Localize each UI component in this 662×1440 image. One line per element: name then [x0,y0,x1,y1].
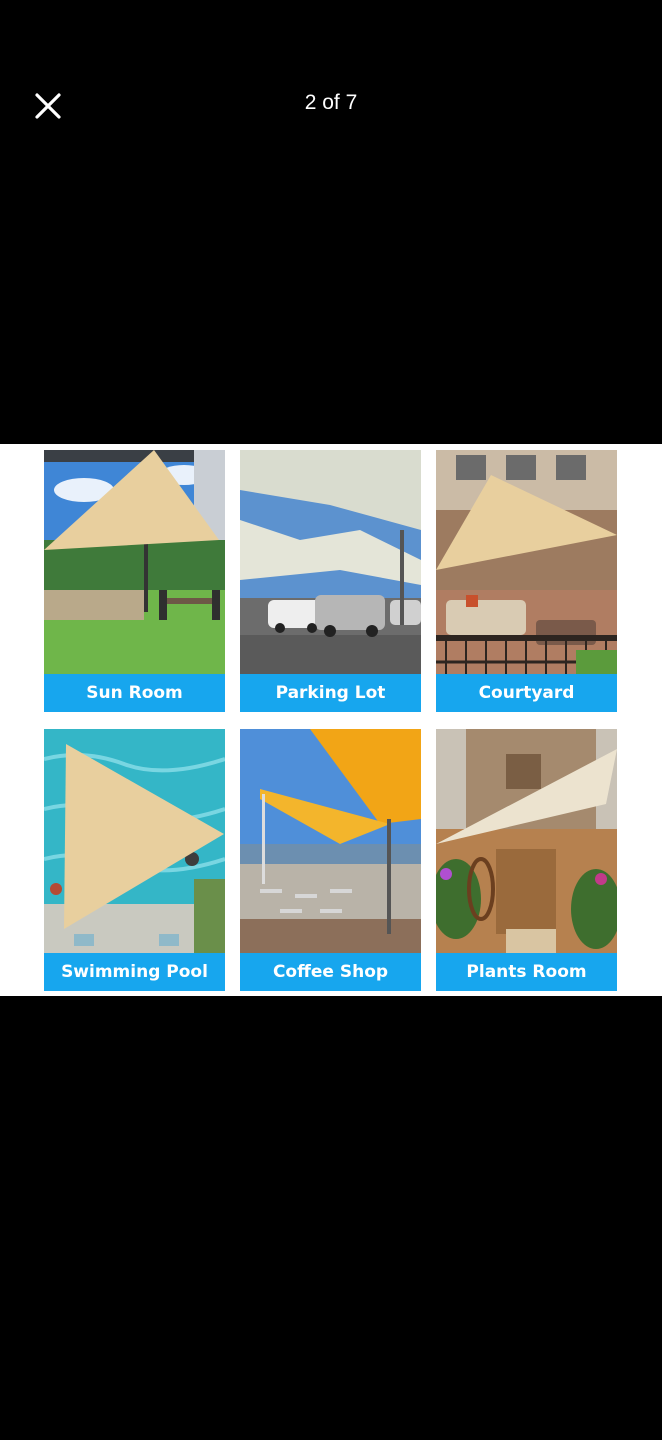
tile-label: Parking Lot [240,674,421,712]
viewer-header: 2 of 7 [0,0,662,210]
tile-label: Swimming Pool [44,953,225,991]
plants-room-photo [436,729,617,953]
tile-label: Plants Room [436,953,617,991]
tile-coffee-shop: Coffee Shop [240,729,421,991]
image-counter: 2 of 7 [304,91,358,114]
product-image[interactable]: Sun Room Parking Lot Courtyard Swimming … [0,444,662,996]
swimming-pool-photo [44,729,225,953]
tile-swimming-pool: Swimming Pool [44,729,225,991]
tile-sun-room: Sun Room [44,450,225,712]
tile-plants-room: Plants Room [436,729,617,991]
tile-label: Sun Room [44,674,225,712]
parking-lot-photo [240,450,421,674]
tile-parking-lot: Parking Lot [240,450,421,712]
tile-label: Courtyard [436,674,617,712]
courtyard-photo [436,450,617,674]
tile-courtyard: Courtyard [436,450,617,712]
sun-room-photo [44,450,225,674]
tile-label: Coffee Shop [240,953,421,991]
coffee-shop-photo [240,729,421,953]
